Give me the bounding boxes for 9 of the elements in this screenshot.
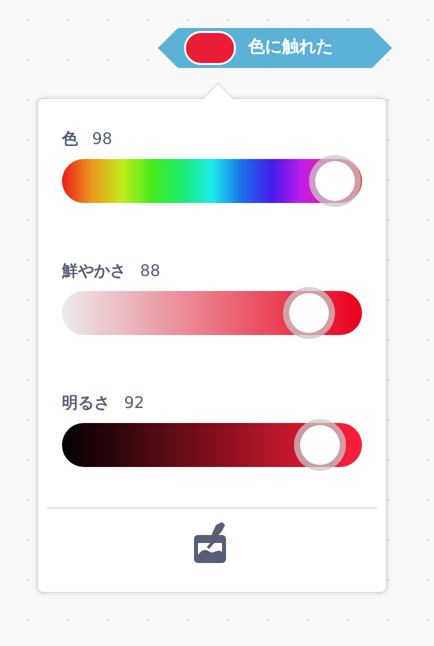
block-label: 色に触れた bbox=[248, 36, 333, 60]
slider-label: 鮮やかさ bbox=[62, 260, 126, 282]
slider-label: 色 bbox=[62, 128, 78, 150]
slider-value: 92 bbox=[124, 392, 144, 414]
slider-value: 98 bbox=[92, 128, 112, 150]
slider-label: 明るさ bbox=[62, 392, 110, 414]
color-swatch[interactable] bbox=[184, 31, 236, 65]
sensing-block[interactable]: 色に触れた bbox=[158, 28, 392, 68]
slider-value: 88 bbox=[140, 260, 160, 282]
